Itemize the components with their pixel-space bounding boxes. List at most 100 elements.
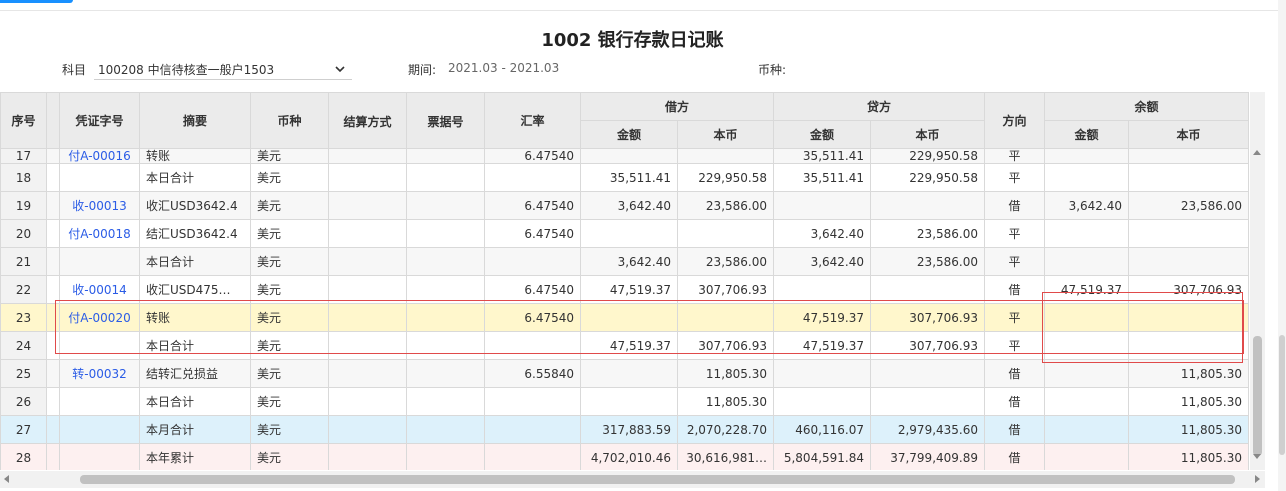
voucher-link[interactable]: [59, 387, 140, 416]
table-header: 序号 凭证字号 摘要 币种 结算方式 票据号 汇率 借方 贷方 方向 余额 金额…: [0, 92, 1249, 149]
table-row[interactable]: 20 付A-00018 结汇USD3642.4 美元 6.47540 3,642.40 23…: [0, 219, 1249, 248]
row-bill-no: [406, 148, 485, 164]
row-debit-local: 23,586.00: [677, 191, 774, 220]
voucher-link[interactable]: 收-00013: [59, 191, 140, 220]
row-credit-local: [870, 387, 985, 416]
row-direction: 平: [984, 331, 1045, 360]
row-rate: 6.47540: [484, 148, 581, 164]
active-tab-indicator: [0, 0, 73, 3]
subject-value: 100208 中信待核查一般户1503: [98, 63, 275, 77]
table-row[interactable]: 24 本日合计 美元 47,519.37 307,706.93 47,519.37 307,…: [0, 331, 1249, 360]
currency-label: 币种:: [758, 63, 787, 77]
page-scrollbar[interactable]: [1278, 0, 1286, 491]
row-credit-amount: 5,804,591.84: [773, 443, 871, 470]
voucher-link[interactable]: [59, 163, 140, 192]
vertical-scrollbar[interactable]: [1250, 92, 1265, 470]
voucher-link[interactable]: 付A-00016: [59, 148, 140, 164]
scroll-down-icon[interactable]: [1253, 454, 1261, 459]
row-rate: 6.55840: [484, 359, 581, 388]
row-currency: 美元: [250, 303, 329, 332]
row-debit-local: [677, 303, 774, 332]
page-title: 1002 银行存款日记账: [541, 30, 724, 51]
period-label: 期间:: [408, 63, 437, 77]
header-seq[interactable]: 序号: [0, 92, 47, 149]
row-bill-no: [406, 247, 485, 276]
row-bill-no: [406, 359, 485, 388]
row-rate: [484, 163, 581, 192]
table-row[interactable]: 19 收-00013 收汇USD3642.4 美元 6.47540 3,642.40 23,…: [0, 191, 1249, 220]
table-row[interactable]: 25 转-00032 结转汇兑损益 美元 6.55840 11,805.30 借 11,805…: [0, 359, 1249, 388]
header-debit-amount[interactable]: 金额: [580, 120, 678, 149]
horizontal-scrollbar[interactable]: [0, 471, 1265, 488]
horizontal-scroll-thumb[interactable]: [80, 475, 1235, 484]
row-credit-amount: [773, 359, 871, 388]
row-balance-amount: [1044, 163, 1129, 192]
row-debit-local: 229,950.58: [677, 163, 774, 192]
header-settlement[interactable]: 结算方式: [328, 92, 407, 149]
page-scroll-thumb[interactable]: [1279, 335, 1285, 455]
row-settlement: [328, 303, 407, 332]
row-credit-local: 2,979,435.60: [870, 415, 985, 444]
header-rate[interactable]: 汇率: [484, 92, 581, 149]
row-debit-amount: 47,519.37: [580, 275, 678, 304]
table-row[interactable]: 17 付A-00016 转账 美元 6.47540 35,511.41 229,950.58…: [0, 148, 1249, 164]
voucher-link[interactable]: [59, 331, 140, 360]
row-bill-no: [406, 387, 485, 416]
row-debit-amount: [580, 219, 678, 248]
row-debit-local: [677, 148, 774, 164]
row-direction: 平: [984, 148, 1045, 164]
row-rate: [484, 415, 581, 444]
header-summary[interactable]: 摘要: [139, 92, 251, 149]
voucher-link[interactable]: 付A-00018: [59, 219, 140, 248]
header-currency[interactable]: 币种: [250, 92, 329, 149]
voucher-link[interactable]: 付A-00020: [59, 303, 140, 332]
row-summary: 收汇USD475…: [139, 275, 251, 304]
row-seq: 20: [0, 219, 47, 248]
row-credit-local: 229,950.58: [870, 148, 985, 164]
row-direction: 借: [984, 275, 1045, 304]
header-credit-amount[interactable]: 金额: [773, 120, 871, 149]
row-direction: 借: [984, 415, 1045, 444]
header-balance-local[interactable]: 本币: [1128, 120, 1249, 149]
table-row-month-total[interactable]: 27 本月合计 美元 317,883.59 2,070,228.70 460,116.07…: [0, 415, 1249, 444]
row-settlement: [328, 163, 407, 192]
row-credit-local: 307,706.93: [870, 331, 985, 360]
scroll-left-icon[interactable]: [4, 475, 9, 483]
voucher-link[interactable]: [59, 443, 140, 470]
voucher-link[interactable]: 收-00014: [59, 275, 140, 304]
row-debit-amount: 35,511.41: [580, 163, 678, 192]
row-summary: 本日合计: [139, 387, 251, 416]
row-balance-local: 11,805.30: [1128, 415, 1249, 444]
table-row[interactable]: 18 本日合计 美元 35,511.41 229,950.58 35,511.41 229,…: [0, 163, 1249, 192]
table-row[interactable]: 21 本日合计 美元 3,642.40 23,586.00 3,642.40 23,586.…: [0, 247, 1249, 276]
row-balance-amount: [1044, 387, 1129, 416]
scroll-up-icon[interactable]: [1253, 150, 1261, 155]
table-row[interactable]: 22 收-00014 收汇USD475… 美元 6.47540 47,519.37 307,…: [0, 275, 1249, 304]
voucher-link[interactable]: 转-00032: [59, 359, 140, 388]
row-debit-local: 11,805.30: [677, 387, 774, 416]
scroll-right-icon[interactable]: [1255, 475, 1260, 483]
voucher-link[interactable]: [59, 247, 140, 276]
row-credit-local: 23,586.00: [870, 247, 985, 276]
voucher-link[interactable]: [59, 415, 140, 444]
vertical-scroll-thumb[interactable]: [1253, 336, 1262, 456]
row-rate: 6.47540: [484, 219, 581, 248]
header-bill-no[interactable]: 票据号: [406, 92, 485, 149]
table-row[interactable]: 26 本日合计 美元 11,805.30 借 11,805.30: [0, 387, 1249, 416]
header-voucher[interactable]: 凭证字号: [59, 92, 140, 149]
row-seq: 27: [0, 415, 47, 444]
header-balance-amount[interactable]: 金额: [1044, 120, 1129, 149]
row-debit-local: [677, 219, 774, 248]
table-row-year-total[interactable]: 28 本年累计 美元 4,702,010.46 30,616,981… 5,804,591…: [0, 443, 1249, 470]
row-settlement: [328, 331, 407, 360]
row-seq: 28: [0, 443, 47, 470]
table-row-selected[interactable]: 23 付A-00020 转账 美元 6.47540 47,519.37 307,706.93…: [0, 303, 1249, 332]
row-debit-amount: [580, 359, 678, 388]
header-credit-local[interactable]: 本币: [870, 120, 985, 149]
header-debit-local[interactable]: 本币: [677, 120, 774, 149]
row-credit-local: 23,586.00: [870, 219, 985, 248]
row-seq: 18: [0, 163, 47, 192]
row-debit-local: 307,706.93: [677, 331, 774, 360]
header-direction[interactable]: 方向: [984, 92, 1045, 149]
subject-select[interactable]: 100208 中信待核查一般户1503: [94, 58, 352, 80]
